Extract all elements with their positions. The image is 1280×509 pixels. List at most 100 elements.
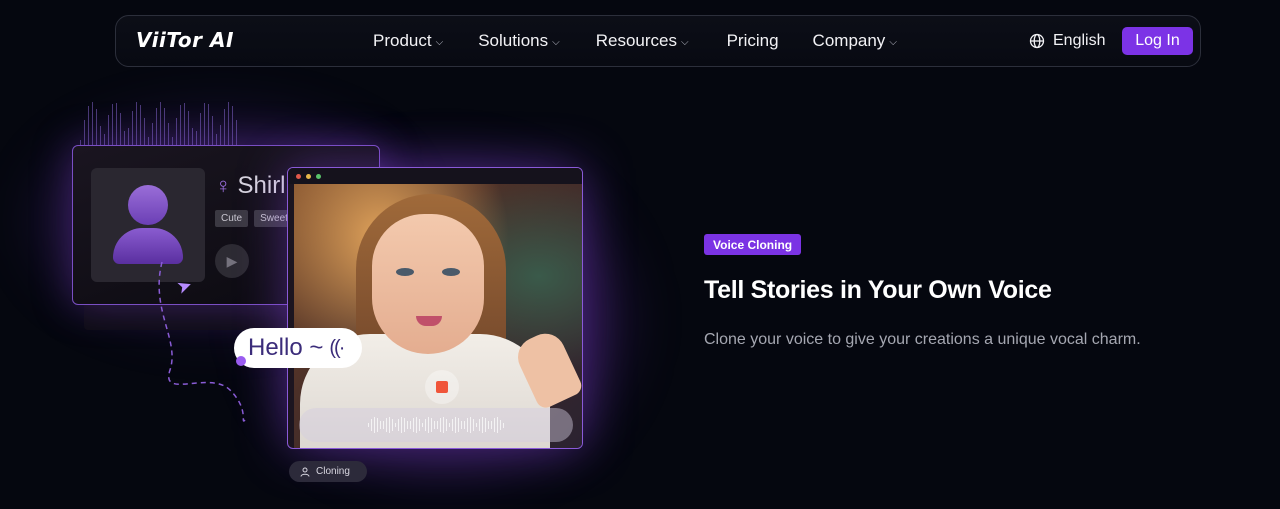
waveform-bar — [485, 418, 486, 432]
language-selector[interactable]: English — [1029, 16, 1105, 66]
waveform-bar — [204, 103, 205, 146]
waveform-bar — [431, 417, 432, 433]
voice-name-row: ♀ Shirl — [215, 172, 286, 200]
voice-name: Shirl — [237, 172, 286, 199]
waveform-bar — [124, 131, 125, 146]
waveform-bar — [120, 113, 121, 146]
waveform-bar — [100, 125, 101, 146]
chevron-down-icon: ⌵ — [889, 36, 897, 48]
waveform-bar — [404, 417, 405, 433]
waveform-bar — [383, 420, 384, 430]
soundwave-icon: ((· — [329, 336, 345, 359]
waveform-bar — [452, 418, 453, 432]
waveform-bar — [398, 419, 399, 431]
waveform-bar — [479, 418, 480, 432]
person-eye — [396, 268, 414, 276]
window-dot-yellow — [306, 173, 311, 179]
female-icon: ♀ — [215, 173, 232, 198]
video-frame — [294, 184, 582, 448]
waveform-bar — [437, 420, 438, 430]
waveform-bar — [132, 111, 133, 146]
nav-pricing[interactable]: Pricing — [727, 31, 779, 51]
feature-badge: Voice Cloning — [704, 234, 802, 255]
waveform-bar — [128, 128, 129, 146]
waveform-bar — [410, 420, 411, 430]
language-label: English — [1053, 32, 1106, 49]
waveform-bar — [482, 417, 483, 433]
waveform-bar — [500, 419, 501, 431]
waveform-bar — [389, 417, 390, 433]
speech-bubble-text: Hello ~ — [248, 334, 324, 361]
video-preview-card — [287, 167, 583, 449]
waveform-bar — [236, 120, 237, 146]
waveform-bar — [371, 419, 372, 431]
waveform-bar — [140, 104, 141, 146]
waveform-bar — [136, 102, 137, 146]
main-nav: Product ⌵ Solutions ⌵ Resources ⌵ Pricin… — [373, 16, 897, 66]
waveform-bar — [92, 102, 93, 146]
waveform-bar — [494, 417, 495, 433]
chevron-down-icon: ⌵ — [680, 36, 689, 48]
connector-dot — [236, 356, 246, 366]
logo[interactable]: ViiTor AI — [136, 28, 234, 52]
waveform-bar — [196, 130, 197, 146]
speech-bubble: Hello ~ ((· — [234, 328, 362, 368]
waveform-bar — [392, 419, 393, 431]
waveform-bar — [208, 103, 209, 146]
window-dot-red — [296, 173, 301, 179]
audio-waveform-bar — [299, 408, 573, 442]
nav-product-label: Product — [373, 31, 432, 50]
waveform-bar — [473, 419, 474, 431]
waveform-bar — [467, 417, 468, 433]
waveform-bar — [220, 125, 221, 146]
waveform-bar — [84, 120, 85, 146]
waveform-bar — [443, 417, 444, 433]
nav-pricing-label: Pricing — [726, 31, 779, 50]
waveform-bar — [377, 417, 378, 433]
nav-resources[interactable]: Resources ⌵ — [596, 31, 689, 51]
waveform-bar — [422, 422, 423, 428]
cloning-status-badge: Cloning — [289, 461, 367, 482]
waveform-bar — [386, 417, 387, 433]
nav-product[interactable]: Product ⌵ — [373, 31, 443, 51]
waveform-bar — [188, 111, 189, 146]
waveform-bar — [455, 417, 456, 433]
waveform-bar — [449, 422, 450, 428]
waveform-bar — [458, 417, 459, 433]
user-icon — [300, 467, 310, 477]
waveform-bar — [108, 115, 109, 146]
nav-solutions-label: Solutions — [478, 31, 549, 50]
waveform-bar — [374, 417, 375, 433]
waveform-bar — [380, 420, 381, 429]
person-face — [372, 214, 484, 354]
stop-icon — [436, 381, 448, 393]
waveform-bar — [232, 106, 233, 146]
nav-solutions[interactable]: Solutions ⌵ — [478, 31, 560, 51]
waveform-bar — [488, 421, 489, 429]
window-dot-green — [316, 173, 321, 179]
waveform-bar — [212, 115, 213, 146]
chevron-down-icon: ⌵ — [552, 36, 560, 48]
cloning-status-label: Cloning — [316, 466, 350, 477]
chevron-down-icon: ⌵ — [435, 36, 444, 48]
voice-tag: Cute — [215, 210, 249, 227]
nav-company[interactable]: Company ⌵ — [813, 31, 897, 51]
waveform-decoration — [80, 100, 240, 146]
waveform-bar — [176, 117, 177, 146]
waveform-bar — [96, 109, 97, 146]
waveform-bar — [116, 103, 117, 146]
waveform-bar — [446, 419, 447, 431]
avatar-head — [128, 185, 168, 225]
waveform-bar — [192, 128, 193, 146]
waveform-bar — [160, 102, 161, 146]
waveform-bar — [168, 122, 169, 146]
waveform-bar — [428, 417, 429, 433]
waveform-bar — [184, 102, 185, 146]
waveform-bar — [419, 419, 420, 431]
waveform-bar — [156, 107, 157, 146]
waveform-bar — [440, 417, 441, 433]
waveform-bar — [413, 417, 414, 433]
waveform-bar — [401, 417, 402, 433]
waveform-bar — [416, 417, 417, 433]
login-button[interactable]: Log In — [1122, 27, 1193, 55]
